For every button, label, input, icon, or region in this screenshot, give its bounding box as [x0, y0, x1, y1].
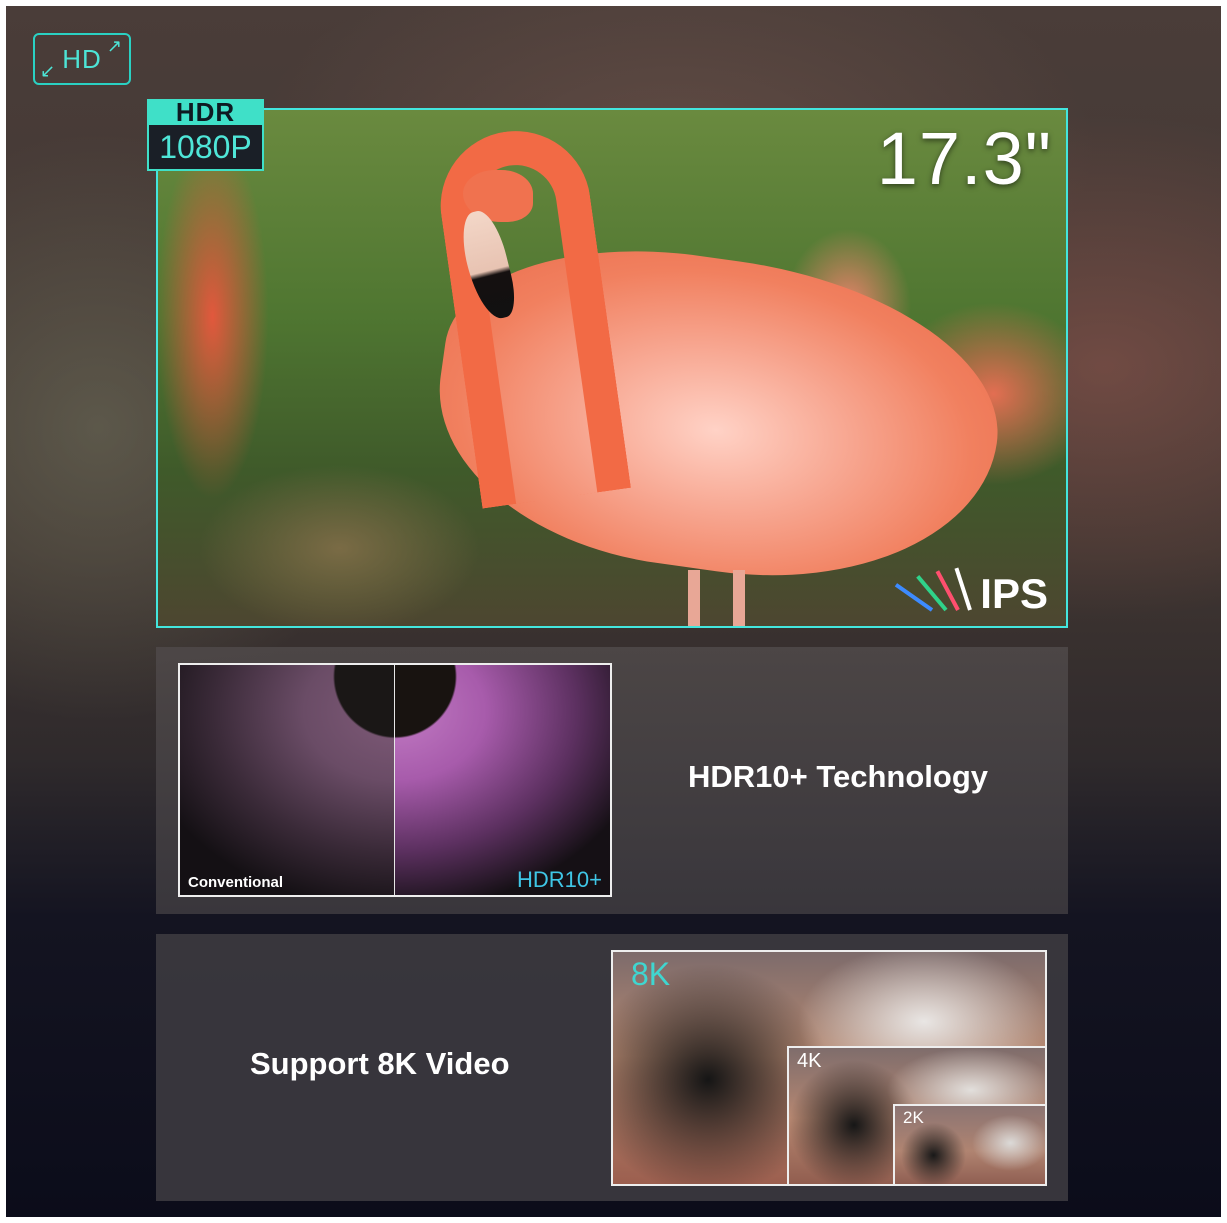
2k-label: 2K [903, 1108, 924, 1127]
flamingo-leg [733, 570, 745, 626]
hd-label: HD [62, 43, 102, 74]
hd-resize-badge: ↗ HD ↙ [33, 33, 131, 85]
hdr10-title: HDR10+ Technology [688, 759, 989, 794]
hdr-label: HDR [147, 99, 264, 125]
screen-size-label: 17.3" [876, 117, 1052, 200]
ips-stripes-icon [895, 567, 976, 614]
ips-logo: IPS [895, 567, 1048, 618]
hdr-1080p-badge: HDR 1080P [147, 99, 264, 171]
hdr10-label: HDR10+ [517, 867, 602, 892]
conventional-label: Conventional [188, 874, 284, 891]
conventional-half [180, 665, 395, 895]
resolution-comparison-image: 8K 4K 2K [611, 950, 1047, 1186]
expand-arrow-icon: ↙ [40, 61, 57, 81]
hdr10-panel: Conventional HDR10+ HDR10+ Technology [156, 647, 1068, 914]
8k-label: 8K [631, 956, 671, 992]
hdr10-half [394, 665, 610, 895]
8k-video-title: Support 8K Video [250, 1046, 510, 1081]
ips-label: IPS [980, 570, 1048, 617]
hdr-comparison-image: Conventional HDR10+ [178, 663, 612, 897]
expand-arrow-icon: ↗ [106, 36, 123, 56]
resolution-label: 1080P [147, 125, 264, 171]
8k-video-panel: Support 8K Video 8K 4K 2K [156, 934, 1068, 1201]
monitor-screen-flamingo: 17.3" IPS [156, 108, 1068, 628]
flamingo-leg [688, 570, 700, 626]
4k-label: 4K [797, 1050, 822, 1072]
2k-inset: 2K [893, 1104, 1045, 1184]
